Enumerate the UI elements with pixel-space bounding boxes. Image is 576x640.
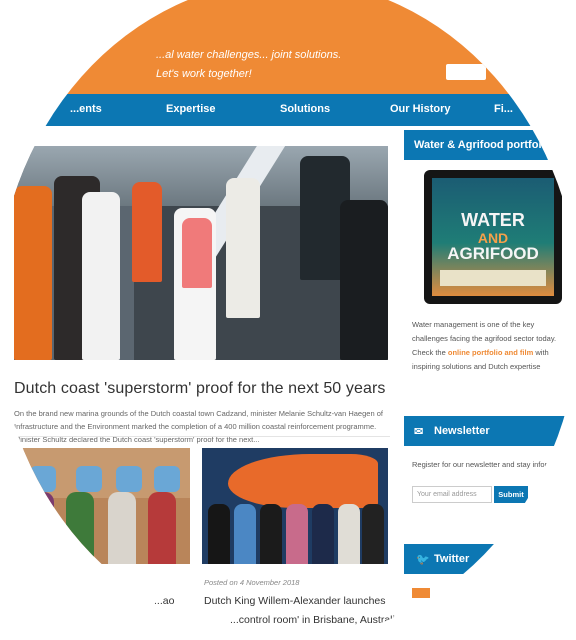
- nav-item-events[interactable]: ...ents: [70, 103, 102, 115]
- thumb-person: [234, 504, 256, 564]
- thumb-person: [108, 492, 136, 564]
- newsletter-text: Register for our newsletter and stay inf…: [412, 460, 564, 469]
- circular-viewport: ...al water challenges... joint solution…: [0, 0, 576, 640]
- hero-person: [340, 200, 388, 360]
- main-nav: ...ents Expertise Solutions Our History …: [0, 94, 576, 126]
- envelope-icon: ✉: [414, 426, 424, 438]
- tablet-screen: WATER AND AGRIFOOD: [432, 178, 554, 296]
- thumb-roof: [228, 454, 378, 508]
- nav-item-expertise[interactable]: Expertise: [166, 103, 216, 115]
- nav-item-solutions[interactable]: Solutions: [280, 103, 330, 115]
- thumb-person: [148, 492, 176, 564]
- hero-person: [226, 178, 260, 318]
- water-jug: [76, 466, 102, 492]
- divider: [14, 436, 390, 437]
- tablet-word: AGRIFOOD: [447, 244, 539, 263]
- thumb-person: [312, 504, 334, 564]
- portfolio-link[interactable]: online portfolio and film: [448, 348, 533, 357]
- header-tagline: ...al water challenges... joint solution…: [156, 46, 341, 84]
- article-thumbnail[interactable]: [10, 448, 190, 564]
- tagline-line2: Let's work together!: [156, 68, 252, 80]
- nav-item-our-history[interactable]: Our History: [390, 103, 451, 115]
- twitter-icon: 🐦: [416, 554, 430, 566]
- thumb-person: [338, 504, 360, 564]
- hero-person: [182, 218, 212, 288]
- water-jug: [116, 466, 142, 492]
- hero-person: [132, 182, 162, 282]
- tablet-word: WATER: [461, 210, 525, 230]
- article-date: Posted on 4 November 2018: [204, 578, 300, 587]
- featured-excerpt: On the brand new marina grounds of the D…: [14, 409, 383, 444]
- newsletter-widget-header: ✉ Newsletter: [404, 416, 576, 446]
- featured-image[interactable]: [14, 146, 388, 360]
- hero-person: [82, 192, 120, 360]
- portfolio-text: Water management is one of the key chall…: [412, 318, 572, 374]
- page-frame: ...al water challenges... joint solution…: [0, 0, 576, 640]
- portfolio-tablet-image[interactable]: WATER AND AGRIFOOD: [424, 170, 562, 304]
- header-bar: ...al water challenges... joint solution…: [0, 0, 576, 94]
- email-field[interactable]: Your email address: [412, 486, 492, 503]
- newsletter-heading: Newsletter: [434, 425, 490, 437]
- thumb-person: [260, 504, 282, 564]
- hero-person: [14, 186, 52, 360]
- tagline-line1: ...al water challenges... joint solution…: [156, 49, 342, 61]
- thumb-person: [286, 504, 308, 564]
- nav-item-more[interactable]: Fi...: [494, 103, 513, 115]
- article-title-cont[interactable]: ...control room' in Brisbane, Australi..…: [230, 614, 404, 626]
- submit-button[interactable]: Submit: [494, 486, 528, 503]
- twitter-heading: Twitter: [434, 553, 470, 565]
- thumb-person: [66, 492, 94, 564]
- water-jug: [154, 466, 180, 492]
- article-thumbnail[interactable]: [202, 448, 388, 564]
- header-button[interactable]: [446, 64, 486, 80]
- portfolio-heading: Water & Agrifood portfolio: [414, 139, 552, 151]
- tablet-strip: [440, 270, 546, 286]
- thumb-person: [208, 504, 230, 564]
- article-title[interactable]: ...ao: [154, 595, 174, 607]
- article-title[interactable]: Dutch King Willem-Alexander launches: [204, 595, 386, 607]
- thumb-person: [362, 504, 384, 564]
- tweet-badge: [412, 588, 430, 598]
- portfolio-widget-header: Water & Agrifood portfolio: [404, 130, 576, 160]
- featured-title[interactable]: Dutch coast 'superstorm' proof for the n…: [14, 380, 385, 398]
- thumb-person: [26, 492, 54, 564]
- water-jug: [30, 466, 56, 492]
- twitter-widget-header: 🐦 Twitter: [404, 544, 576, 574]
